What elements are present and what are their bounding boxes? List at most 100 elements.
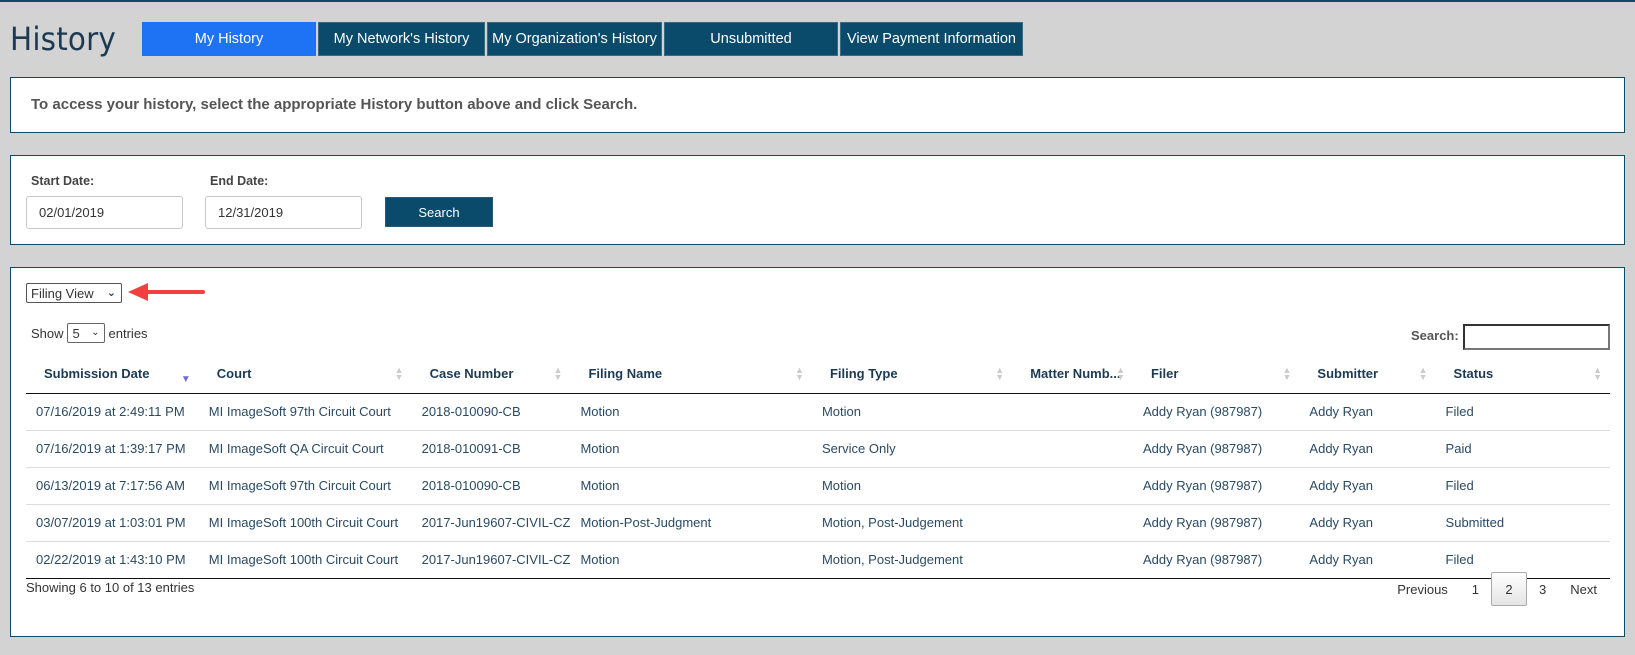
cell-case-number: 2017-Jun19607-CIVIL-CZ <box>411 541 571 579</box>
cell-court: MI ImageSoft 100th Circuit Court <box>198 504 412 542</box>
info-panel: To access your history, select the appro… <box>10 77 1625 133</box>
start-date-label: Start Date: <box>31 174 95 188</box>
entries-label: entries <box>108 325 148 341</box>
cell-filing-name: Motion <box>570 541 812 579</box>
cell-matter-number <box>1012 393 1133 431</box>
sort-icon: ▲ ▼ <box>795 365 804 382</box>
view-type-value: Filing View <box>31 285 94 301</box>
sort-icon: ▲ ▼ <box>553 365 563 382</box>
annotation-arrow-icon <box>128 283 205 301</box>
column-label: Court <box>216 366 252 382</box>
tab-unsubmitted[interactable]: Unsubmitted <box>664 22 838 56</box>
pagination: Previous 1 2 3 Next <box>1385 572 1609 606</box>
start-date-input[interactable] <box>26 196 183 229</box>
cell-filing-type: Motion, Post-Judgement <box>811 504 1013 542</box>
column-header-matter-number[interactable]: Matter Numb... ▲ ▼ <box>1012 355 1133 394</box>
cell-court: MI ImageSoft 97th Circuit Court <box>198 393 412 431</box>
table-row[interactable]: 07/16/2019 at 1:39:17 PM MI ImageSoft QA … <box>26 430 1610 468</box>
cell-filing-type: Motion, Post-Judgement <box>811 541 1013 579</box>
cell-submitter: Addy Ryan <box>1299 467 1436 505</box>
page-button-1[interactable]: 1 <box>1460 572 1491 606</box>
cell-submission-date: 06/13/2019 at 7:17:56 AM <box>26 467 199 505</box>
cell-status: Filed <box>1435 467 1610 505</box>
sort-descending-icon: ▼ <box>180 374 191 385</box>
cell-status: Filed <box>1435 393 1610 431</box>
column-header-court[interactable]: Court ▲ ▼ <box>198 355 412 394</box>
date-search-panel: Start Date: End Date: Search <box>10 155 1625 245</box>
cell-filer: Addy Ryan (987987) <box>1132 393 1300 431</box>
results-panel: Filing View ⌄ Show 5 ⌄ entries Search: S… <box>10 267 1625 637</box>
page-length-value: 5 <box>72 325 80 341</box>
cell-status: Submitted <box>1435 504 1610 542</box>
column-header-case-number[interactable]: Case Number ▲ ▼ <box>411 355 571 394</box>
page-button-3[interactable]: 3 <box>1527 572 1558 606</box>
column-header-filer[interactable]: Filer ▲ ▼ <box>1132 355 1300 394</box>
cell-submission-date: 07/16/2019 at 1:39:17 PM <box>26 430 199 468</box>
chevron-down-icon: ⌄ <box>91 327 100 338</box>
table-row[interactable]: 07/16/2019 at 2:49:11 PM MI ImageSoft 97t… <box>26 393 1610 431</box>
cell-filing-name: Motion <box>570 393 812 431</box>
cell-filing-type: Motion <box>811 467 1013 505</box>
sort-icon: ▲ ▼ <box>1418 365 1428 382</box>
column-label: Filer <box>1150 366 1179 382</box>
show-label: Show <box>31 325 64 341</box>
table-body: 07/16/2019 at 2:49:11 PM MI ImageSoft 97t… <box>26 393 1610 579</box>
cell-filing-name: Motion <box>570 467 812 505</box>
chevron-down-icon: ⌄ <box>106 287 116 299</box>
header: History My History My Network's History … <box>10 20 1025 58</box>
previous-page-button[interactable]: Previous <box>1385 572 1460 606</box>
column-label: Submission Date <box>44 366 150 382</box>
cell-court: MI ImageSoft 100th Circuit Court <box>198 541 412 579</box>
sort-icon: ▲ ▼ <box>995 365 1005 382</box>
sort-icon: ▲ ▼ <box>1593 365 1602 382</box>
column-header-submission-date[interactable]: Submission Date ▼ <box>26 355 199 394</box>
sort-icon: ▲ ▼ <box>394 365 404 382</box>
column-label: Matter Numb... <box>1030 366 1121 382</box>
cell-filing-type: Motion <box>811 393 1013 431</box>
cell-submitter: Addy Ryan <box>1299 393 1436 431</box>
cell-filing-name: Motion <box>570 430 812 468</box>
column-label: Filing Type <box>829 366 898 382</box>
cell-matter-number <box>1012 541 1133 579</box>
end-date-label: End Date: <box>210 174 269 188</box>
search-button[interactable]: Search <box>385 197 493 227</box>
tab-my-networks-history[interactable]: My Network's History <box>318 22 485 56</box>
column-label: Submitter <box>1317 366 1379 382</box>
cell-court: MI ImageSoft QA Circuit Court <box>198 430 412 468</box>
tab-my-organizations-history[interactable]: My Organization's History <box>487 22 662 56</box>
table-row[interactable]: 02/22/2019 at 1:43:10 PM MI ImageSoft 100… <box>26 541 1610 579</box>
next-page-button[interactable]: Next <box>1558 572 1609 606</box>
cell-case-number: 2018-010090-CB <box>411 393 571 431</box>
column-label: Status <box>1453 366 1494 382</box>
table-search-input[interactable] <box>1463 324 1610 350</box>
end-date-input[interactable] <box>205 196 362 229</box>
cell-submission-date: 03/07/2019 at 1:03:01 PM <box>26 504 199 542</box>
table-row[interactable]: 06/13/2019 at 7:17:56 AM MI ImageSoft 97t… <box>26 467 1610 505</box>
cell-status: Paid <box>1435 430 1610 468</box>
tab-my-history[interactable]: My History <box>142 22 316 56</box>
page-button-2-current[interactable]: 2 <box>1491 572 1528 606</box>
table-search-label: Search: <box>1411 328 1459 343</box>
page-length-control: Show 5 ⌄ entries <box>31 323 148 343</box>
cell-filing-name: Motion-Post-Judgment <box>570 504 812 542</box>
column-header-status[interactable]: Status ▲ ▼ <box>1435 355 1610 394</box>
tab-view-payment-information[interactable]: View Payment Information <box>840 22 1023 56</box>
sort-icon: ▲ ▼ <box>1282 365 1292 382</box>
column-header-filing-name[interactable]: Filing Name ▲ ▼ <box>570 355 812 394</box>
cell-filer: Addy Ryan (987987) <box>1132 504 1300 542</box>
info-message: To access your history, select the appro… <box>31 96 638 113</box>
page-length-select[interactable]: 5 ⌄ <box>66 323 105 343</box>
table-row[interactable]: 03/07/2019 at 1:03:01 PM MI ImageSoft 100… <box>26 504 1610 542</box>
cell-case-number: 2018-010090-CB <box>411 467 571 505</box>
view-type-select[interactable]: Filing View ⌄ <box>26 283 122 303</box>
cell-matter-number <box>1012 467 1133 505</box>
table-summary: Showing 6 to 10 of 13 entries <box>26 580 195 595</box>
column-label: Filing Name <box>588 366 663 382</box>
cell-matter-number <box>1012 504 1133 542</box>
column-header-submitter[interactable]: Submitter ▲ ▼ <box>1299 355 1436 394</box>
history-table: Submission Date ▼ Court ▲ ▼ Case Number ▲ ▼ F… <box>26 355 1610 579</box>
column-header-filing-type[interactable]: Filing Type ▲ ▼ <box>811 355 1013 394</box>
column-label: Case Number <box>429 366 514 382</box>
cell-filing-type: Service Only <box>811 430 1013 468</box>
cell-case-number: 2017-Jun19607-CIVIL-CZ <box>411 504 571 542</box>
